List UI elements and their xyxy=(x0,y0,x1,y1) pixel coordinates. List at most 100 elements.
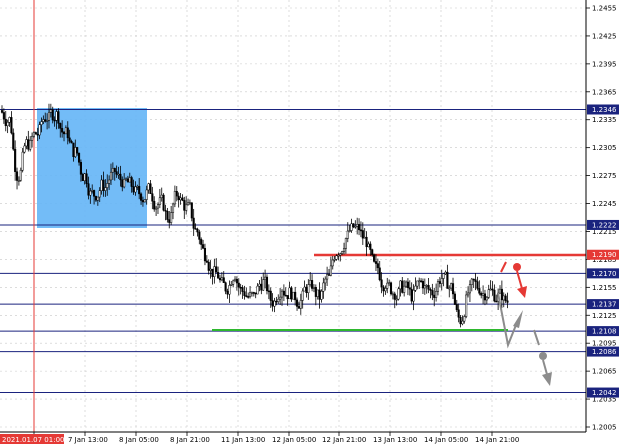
candle-body xyxy=(361,230,364,239)
candle-body xyxy=(203,248,207,262)
candle-body xyxy=(461,320,464,325)
candle-body xyxy=(190,202,193,219)
candle-body xyxy=(463,316,466,322)
candle-body xyxy=(275,300,278,303)
candle-body xyxy=(363,236,366,239)
candle-body xyxy=(365,236,368,248)
candle-body xyxy=(76,147,79,154)
candle-body xyxy=(155,207,158,210)
candle-body xyxy=(79,162,82,175)
candle-body xyxy=(448,287,451,290)
candle-body xyxy=(314,287,317,297)
candle-body xyxy=(262,279,265,291)
candle-body xyxy=(141,200,144,203)
candle-body xyxy=(104,187,107,191)
candle-body xyxy=(205,260,208,263)
candle-body xyxy=(68,137,71,142)
candle-body xyxy=(40,121,43,125)
candle-body xyxy=(472,278,475,281)
candle-body xyxy=(19,169,22,181)
candle-body xyxy=(27,139,30,150)
y-tick-label: 1.2395 xyxy=(592,60,617,68)
candle-body xyxy=(280,290,284,298)
candle-body xyxy=(21,151,24,171)
candle-body xyxy=(436,281,440,292)
highlight-zone xyxy=(37,108,147,228)
candle-body xyxy=(138,186,141,195)
x-tick-label: 14 Jan 05:00 xyxy=(424,436,468,444)
candle-body xyxy=(134,186,137,193)
candle-body xyxy=(401,280,404,293)
candle-body xyxy=(185,204,188,211)
candle-body xyxy=(62,131,66,135)
candle-body xyxy=(243,291,246,296)
candle-body xyxy=(215,266,218,273)
candle-body xyxy=(498,288,502,294)
candle-body xyxy=(12,132,15,150)
candle-body xyxy=(295,299,299,307)
candle-body xyxy=(119,173,122,181)
candle-body xyxy=(356,224,359,227)
candle-body xyxy=(354,226,357,228)
level-label: 1.2086 xyxy=(592,348,617,356)
candle-body xyxy=(181,197,184,201)
candle-body xyxy=(200,239,203,245)
candle-body xyxy=(70,141,73,144)
y-tick-label: 1.2275 xyxy=(592,172,617,180)
candle-body xyxy=(228,285,231,295)
candle-body xyxy=(36,133,39,136)
candle-body xyxy=(170,212,173,223)
candle-body xyxy=(374,261,378,264)
candle-body xyxy=(164,209,167,212)
candle-body xyxy=(326,274,329,280)
y-tick-label: 1.2095 xyxy=(592,340,617,348)
candle-body xyxy=(344,238,347,249)
candle-body xyxy=(339,253,342,256)
x-tick-label: 7 Jan 13:00 xyxy=(68,436,108,444)
candle-body xyxy=(89,190,92,196)
candle-body xyxy=(502,295,505,301)
candle-body xyxy=(83,173,86,182)
candle-body xyxy=(435,290,438,298)
candle-body xyxy=(444,271,447,275)
forecast-red-dot xyxy=(513,263,521,271)
time-axis: 2021.01.07 01:00 7 Jan 13:00 8 Jan 05:00 8 … xyxy=(0,432,519,444)
candle-body xyxy=(113,168,116,172)
candle-body xyxy=(320,291,323,300)
candle-body xyxy=(294,291,297,301)
candle-body xyxy=(312,287,316,289)
candle-body xyxy=(17,179,20,182)
candle-body xyxy=(307,284,310,294)
candle-body xyxy=(121,179,124,188)
candle-body xyxy=(77,152,81,163)
y-tick-label: 1.2005 xyxy=(592,424,617,432)
candle-body xyxy=(277,298,280,302)
candle-body xyxy=(171,203,175,213)
candle-body xyxy=(10,117,13,134)
candle-body xyxy=(429,289,432,291)
candle-body xyxy=(282,290,285,296)
candle-body xyxy=(177,195,180,201)
candle-body xyxy=(425,285,428,287)
candle-body xyxy=(173,190,176,205)
candle-body xyxy=(468,284,471,294)
candle-body xyxy=(198,231,201,240)
candle-body xyxy=(476,281,479,289)
y-tick-label: 1.2365 xyxy=(592,88,617,96)
candle-body xyxy=(247,296,250,298)
candle-body xyxy=(72,142,75,157)
candle-body xyxy=(341,251,344,254)
candle-body xyxy=(410,288,413,302)
level-label: 1.2222 xyxy=(592,221,617,229)
candle-body xyxy=(467,292,470,296)
candle-body xyxy=(418,280,421,283)
candle-body xyxy=(168,219,171,223)
candle-body xyxy=(493,289,496,302)
candle-body xyxy=(367,243,370,248)
candle-body xyxy=(350,223,353,231)
candle-body xyxy=(482,293,485,296)
y-tick-label: 1.2065 xyxy=(592,368,617,376)
candle-body xyxy=(188,202,191,204)
candle-body xyxy=(232,280,235,285)
candle-body xyxy=(333,259,336,261)
